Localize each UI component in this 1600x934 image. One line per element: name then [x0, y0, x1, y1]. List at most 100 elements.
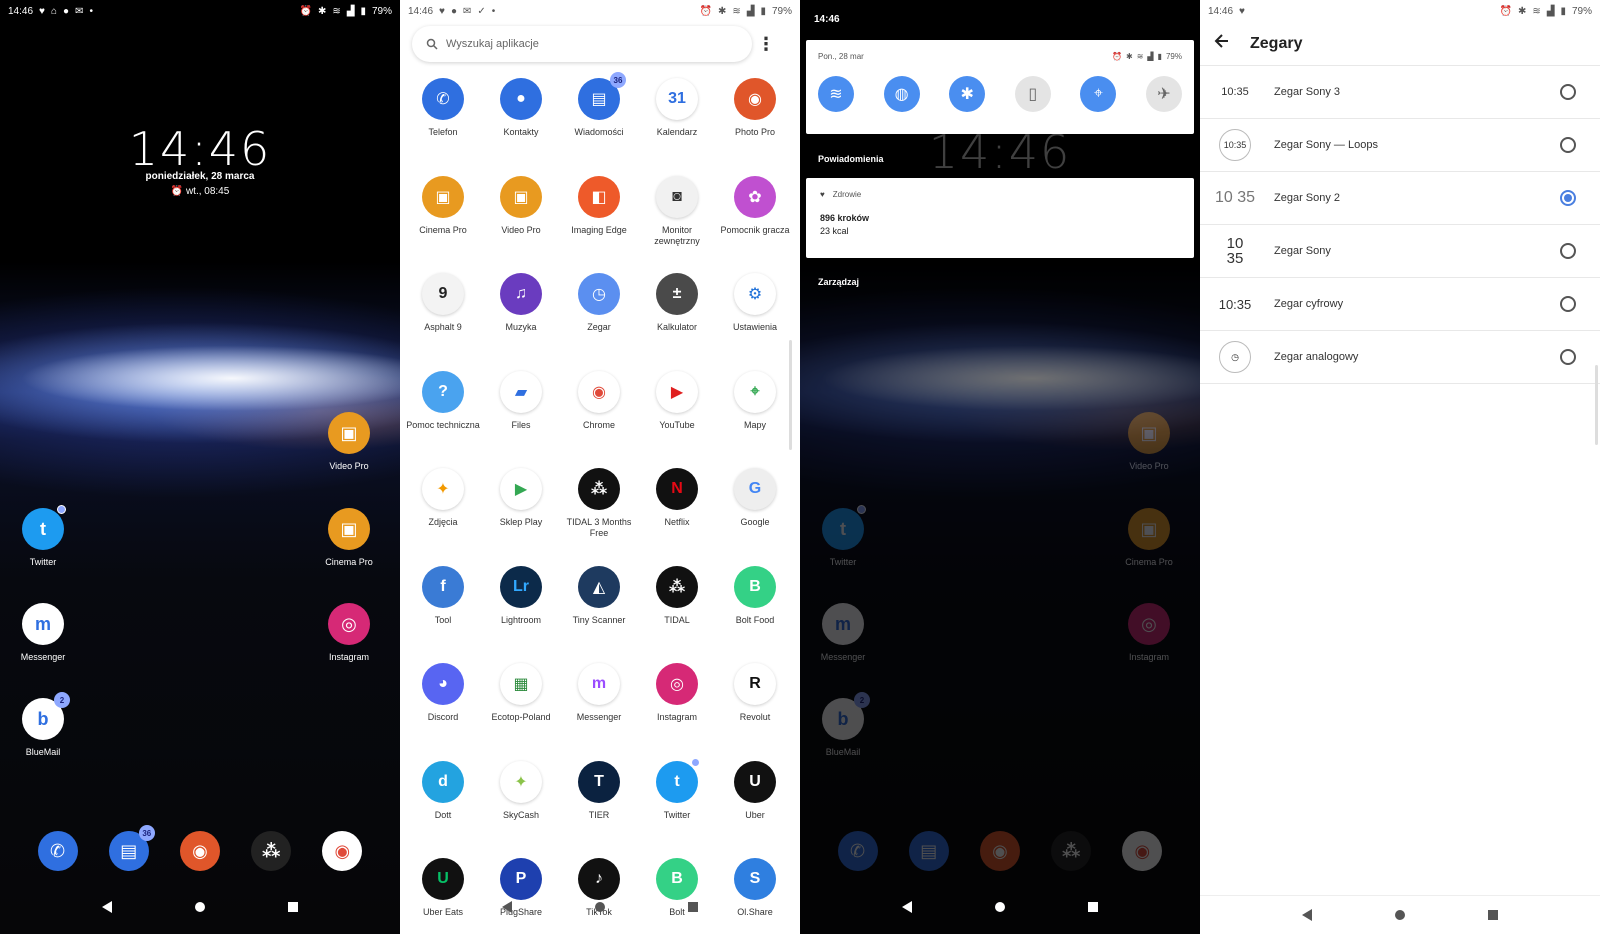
notification-card[interactable]: ♥ Zdrowie 896 kroków 23 kcal: [806, 178, 1194, 258]
app-item[interactable]: ◙ Monitor zewnętrzny: [638, 175, 716, 274]
home-button[interactable]: [1390, 905, 1410, 925]
dock-camera[interactable]: ◉: [179, 831, 220, 871]
app-item[interactable]: 31 Kalendarz: [638, 78, 716, 176]
app-label: Files: [511, 419, 531, 430]
dock-chrome[interactable]: ◉: [322, 831, 363, 871]
recents-button[interactable]: [1083, 897, 1103, 917]
location-tile[interactable]: ⌖: [1080, 76, 1117, 112]
more-options-button[interactable]: ⋮: [754, 32, 778, 56]
flashlight-tile[interactable]: ▯: [1014, 76, 1051, 112]
app-item[interactable]: ± Kalkulator: [638, 273, 716, 371]
app-item[interactable]: ◷ Zegar: [560, 273, 638, 371]
back-button[interactable]: [97, 897, 117, 917]
airplane-tile[interactable]: ✈: [1145, 76, 1182, 112]
alarm-icon: ⏰: [1112, 52, 1123, 61]
app-item[interactable]: ▦ Ecotop-Poland: [482, 663, 560, 761]
radio-button[interactable]: [1560, 243, 1576, 259]
home-clock[interactable]: 14:46: [0, 122, 400, 176]
app-item[interactable]: d Dott: [404, 760, 482, 859]
radio-button[interactable]: [1560, 296, 1576, 312]
app-item[interactable]: ▣ Cinema Pro: [404, 175, 482, 274]
recents-button[interactable]: [283, 897, 303, 917]
app-item[interactable]: ◎ Instagram: [638, 663, 716, 761]
app-item[interactable]: ⚙ Ustawienia: [716, 273, 794, 371]
app-label: Chrome: [582, 419, 615, 430]
app-item[interactable]: ◉ Photo Pro: [716, 78, 794, 176]
app-item[interactable]: ▶ YouTube: [638, 370, 716, 469]
qs-date[interactable]: Pon., 28 mar: [818, 52, 864, 61]
dock-phone[interactable]: ✆: [37, 831, 78, 871]
radio-button[interactable]: [1560, 84, 1576, 100]
app-icon: ◉: [734, 78, 776, 120]
back-button[interactable]: [497, 897, 517, 917]
dock-tidal[interactable]: ⁂: [251, 831, 292, 871]
app-item[interactable]: ▤ 36 Wiadomości: [560, 72, 638, 176]
quick-settings: Pon., 28 mar ⏰ ✱ ≋ ▟ ▮ 79% ≋ ◍ ✱ ▯ ⌖ ✈: [806, 40, 1194, 134]
app-item[interactable]: ◉ Chrome: [560, 370, 638, 469]
mobile-data-tile[interactable]: ◍: [883, 76, 920, 112]
app-item[interactable]: ⌖ Mapy: [716, 370, 794, 469]
app-item[interactable]: ⁂ TIDAL 3 Months Free: [560, 468, 638, 566]
clock-option[interactable]: 10 35 Zegar Sony 2: [1200, 172, 1600, 225]
bluetooth-tile[interactable]: ✱: [949, 76, 986, 112]
home-button[interactable]: [190, 897, 210, 917]
app-item[interactable]: B Bolt Food: [716, 565, 794, 664]
manage-button[interactable]: Zarządzaj: [818, 277, 859, 287]
app-item[interactable]: G Google: [716, 468, 794, 566]
app-label: Discord: [427, 712, 459, 722]
back-button[interactable]: [897, 897, 917, 917]
clock-option[interactable]: 10:35 Zegar cyfrowy: [1200, 278, 1600, 331]
app-item[interactable]: Lr Lightroom: [482, 565, 560, 664]
app-item[interactable]: ◭ Tiny Scanner: [560, 565, 638, 664]
app-item[interactable]: ⁂ TIDAL: [638, 565, 716, 664]
app-item[interactable]: ◧ Imaging Edge: [560, 175, 638, 274]
app-item[interactable]: ▶ Sklep Play: [482, 468, 560, 566]
home-button[interactable]: [590, 897, 610, 917]
app-item[interactable]: ✆ Telefon: [404, 78, 482, 176]
radio-button[interactable]: [1560, 190, 1576, 206]
app-item[interactable]: ● Kontakty: [482, 78, 560, 176]
app-item[interactable]: ♫ Muzyka: [482, 273, 560, 371]
dock-messages[interactable]: ▤ 36: [108, 825, 155, 871]
app-item[interactable]: ✿ Pomocnik gracza: [716, 175, 794, 274]
app-item[interactable]: ✦ SkyCash: [482, 760, 560, 859]
app-item[interactable]: 9 Asphalt 9: [404, 273, 482, 371]
clock-option[interactable]: 10:35 Zegar Sony 3: [1200, 66, 1600, 119]
home-shortcut[interactable]: t Twitter: [0, 505, 86, 567]
home-shortcut[interactable]: ▣ Video Pro: [306, 412, 392, 471]
recents-button[interactable]: [1483, 905, 1503, 925]
app-item[interactable]: ? Pomoc techniczna: [404, 370, 482, 469]
app-item[interactable]: m Messenger: [560, 663, 638, 761]
radio-button[interactable]: [1560, 349, 1576, 365]
app-item[interactable]: N Netflix: [638, 468, 716, 566]
home-shortcut[interactable]: ▣ Cinema Pro: [306, 508, 392, 567]
app-item[interactable]: f Tool: [404, 565, 482, 664]
home-shortcut[interactable]: ◎ Instagram: [306, 603, 392, 662]
home-shortcut[interactable]: m Messenger: [0, 603, 86, 662]
clock-option[interactable]: 10 35 Zegar Sony: [1200, 225, 1600, 278]
app-search-input[interactable]: Wyszukaj aplikacje: [412, 26, 752, 62]
back-button[interactable]: [1297, 905, 1317, 925]
app-item[interactable]: ◕ Discord: [404, 663, 482, 761]
app-item[interactable]: ✦ Zdjęcia: [404, 468, 482, 566]
clock-option[interactable]: 10:35 Zegar Sony — Loops: [1200, 119, 1600, 172]
scrollbar[interactable]: [789, 340, 792, 450]
clock-option[interactable]: ◷ Zegar analogowy: [1200, 331, 1600, 384]
app-item[interactable]: ▣ Video Pro: [482, 175, 560, 274]
recents-icon: [1488, 910, 1499, 920]
app-item[interactable]: U Uber: [716, 760, 794, 859]
app-icon: f: [422, 565, 464, 608]
app-item[interactable]: ▰ Files: [482, 370, 560, 469]
home-alarm[interactable]: ⏰ wt., 08:45: [0, 186, 400, 197]
radio-button[interactable]: [1560, 137, 1576, 153]
recents-button[interactable]: [683, 897, 703, 917]
app-icon: ⁂: [578, 468, 620, 510]
home-shortcut[interactable]: b 2 BlueMail: [0, 692, 86, 757]
app-item[interactable]: R Revolut: [716, 663, 794, 761]
app-item[interactable]: t Twitter: [638, 757, 716, 859]
scrollbar[interactable]: [1595, 365, 1598, 445]
back-arrow-button[interactable]: [1214, 33, 1230, 54]
app-item[interactable]: T TIER: [560, 760, 638, 859]
wifi-tile[interactable]: ≋: [818, 76, 854, 112]
home-button[interactable]: [990, 897, 1010, 917]
